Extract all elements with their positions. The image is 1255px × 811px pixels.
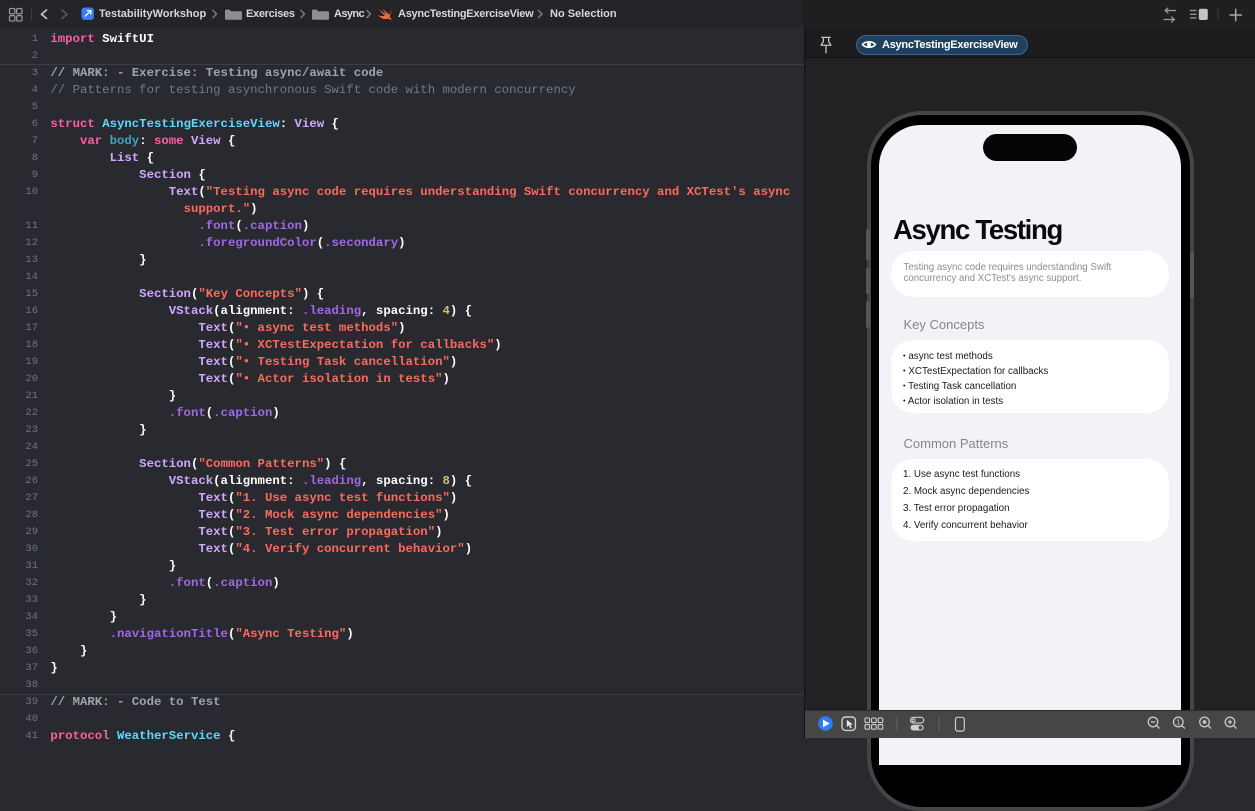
svg-text:1: 1 (1176, 718, 1180, 727)
